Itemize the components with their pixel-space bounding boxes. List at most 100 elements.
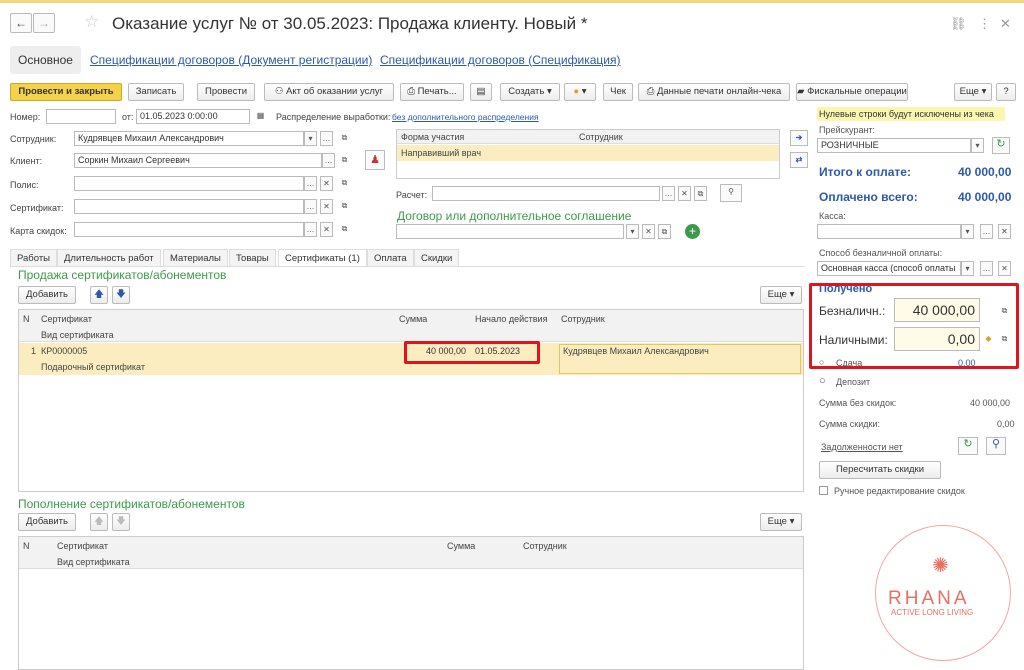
- move-down-icon[interactable]: 🡇: [112, 286, 130, 304]
- link-icon[interactable]: ⛓: [950, 16, 967, 32]
- received-highlight: [809, 283, 1019, 369]
- move-down-icon[interactable]: 🡇: [112, 513, 130, 531]
- tab-materials[interactable]: Материалы: [163, 249, 228, 267]
- open-icon[interactable]: ⧉: [338, 176, 351, 191]
- clear-icon[interactable]: ✕: [320, 199, 333, 214]
- replenish-grid[interactable]: N Сертификат Вид сертификата Сумма Сотру…: [18, 536, 804, 670]
- ellipsis-button[interactable]: …: [980, 224, 993, 239]
- back-button[interactable]: ←: [10, 13, 32, 33]
- payment-method-field[interactable]: Основная касса (способ оплаты: [817, 261, 961, 276]
- help-button[interactable]: ?: [996, 83, 1016, 101]
- clear-icon[interactable]: ✕: [642, 224, 655, 239]
- deposit-radio[interactable]: ○: [819, 375, 826, 387]
- post-button[interactable]: Провести: [197, 83, 255, 101]
- fiscal-button[interactable]: ▰ Фискальные операции: [796, 83, 908, 101]
- sales-section-title: Продажа сертификатов/абонементов: [18, 268, 227, 282]
- employee-field[interactable]: Кудрявцев Михаил Александрович: [74, 131, 304, 146]
- dropdown-icon[interactable]: ▾: [961, 224, 974, 239]
- print-button[interactable]: ⎙ Печать...: [400, 83, 464, 101]
- tab-discounts[interactable]: Скидки: [414, 249, 460, 267]
- more-button[interactable]: Еще ▾: [954, 83, 992, 101]
- number-field[interactable]: [46, 109, 116, 124]
- search-icon[interactable]: ⚲: [986, 437, 1006, 455]
- ellipsis-button[interactable]: …: [304, 176, 317, 191]
- tab-duration[interactable]: Длительность работ: [57, 249, 161, 267]
- col-sum: Сумма: [399, 314, 428, 324]
- clear-icon[interactable]: ✕: [678, 186, 691, 201]
- dropdown-icon[interactable]: ▾: [626, 224, 639, 239]
- ellipsis-button[interactable]: …: [322, 153, 335, 168]
- price-list-label: Прейскурант:: [819, 125, 876, 135]
- check-button[interactable]: Чек: [603, 83, 633, 101]
- replenish-add-button[interactable]: Добавить: [18, 513, 76, 531]
- move-up-icon[interactable]: ➔: [790, 130, 808, 146]
- ellipsis-button[interactable]: …: [662, 186, 675, 201]
- ellipsis-button[interactable]: …: [320, 131, 333, 146]
- tab-goods[interactable]: Товары: [229, 249, 276, 267]
- open-icon[interactable]: ⧉: [338, 153, 351, 168]
- watermark-brand: RHANA: [888, 588, 970, 609]
- refresh-icon[interactable]: ↻: [958, 437, 978, 455]
- certificate-field[interactable]: [74, 199, 304, 214]
- favorite-star-icon[interactable]: ☆: [84, 12, 99, 32]
- online-print-button[interactable]: ⎙ Данные печати онлайн-чека: [638, 83, 790, 101]
- recalc-discounts-button[interactable]: Пересчитать скидки: [819, 461, 941, 479]
- open-icon[interactable]: ⧉: [338, 222, 351, 237]
- dropdown-icon[interactable]: ▾: [971, 138, 984, 153]
- swap-icon[interactable]: ⇄: [790, 152, 808, 168]
- sales-add-button[interactable]: Добавить: [18, 286, 76, 304]
- forward-button[interactable]: →: [33, 13, 55, 33]
- post-and-close-button[interactable]: Провести и закрыть: [10, 83, 122, 101]
- dropdown-icon[interactable]: ▾: [304, 131, 317, 146]
- cash-desk-field[interactable]: [817, 224, 961, 239]
- contract-field[interactable]: [396, 224, 624, 239]
- ellipsis-button[interactable]: …: [304, 199, 317, 214]
- tab-works[interactable]: Работы: [10, 249, 57, 267]
- refresh-icon[interactable]: ↻: [992, 137, 1010, 154]
- add-contract-icon[interactable]: +: [685, 224, 700, 239]
- discount-card-field[interactable]: [74, 222, 304, 237]
- replenish-more-button[interactable]: Еще ▾: [760, 513, 802, 531]
- policy-field[interactable]: [74, 176, 304, 191]
- date-field[interactable]: 01.05.2023 0:00:00: [136, 109, 250, 124]
- distribution-link[interactable]: без дополнительного распределения: [392, 112, 539, 122]
- tab-payment[interactable]: Оплата: [367, 249, 414, 267]
- sales-more-button[interactable]: Еще ▾: [760, 286, 802, 304]
- calendar-icon[interactable]: ▦: [254, 109, 267, 124]
- calc-field[interactable]: [432, 186, 660, 201]
- open-icon[interactable]: ⧉: [338, 131, 351, 146]
- tab-contract-specs-doc[interactable]: Спецификации договоров (Документ регистр…: [82, 46, 380, 74]
- client-card-icon[interactable]: ♟: [365, 150, 385, 170]
- act-button[interactable]: ⚇ Акт об оказании услуг: [264, 83, 394, 101]
- tab-contract-specs[interactable]: Спецификации договоров (Спецификация): [372, 46, 628, 74]
- clear-icon[interactable]: ✕: [320, 222, 333, 237]
- open-icon[interactable]: ⧉: [658, 224, 671, 239]
- close-icon[interactable]: ✕: [1000, 16, 1011, 32]
- clear-icon[interactable]: ✕: [320, 176, 333, 191]
- move-up-icon[interactable]: 🡅: [90, 286, 108, 304]
- open-icon[interactable]: ⧉: [338, 199, 351, 214]
- col-certificate-type: Вид сертификата: [41, 330, 114, 340]
- tab-main[interactable]: Основное: [10, 46, 81, 74]
- manual-edit-checkbox[interactable]: [819, 486, 828, 495]
- clear-icon[interactable]: ✕: [998, 224, 1011, 239]
- dropdown-icon[interactable]: ▾: [961, 261, 974, 276]
- info-button[interactable]: ● ▾: [564, 83, 596, 101]
- change-radio[interactable]: ○: [819, 357, 824, 367]
- search-person-icon[interactable]: ⚲: [720, 184, 742, 202]
- client-field[interactable]: Соркин Михаил Сергеевич: [74, 153, 322, 168]
- participation-table[interactable]: Форма участия Сотрудник Направивший врач: [396, 129, 780, 179]
- debt-link[interactable]: Задолженности нет: [821, 442, 903, 452]
- move-up-icon[interactable]: 🡅: [90, 513, 108, 531]
- more-menu-icon[interactable]: ⋮: [978, 16, 991, 32]
- save-button[interactable]: Записать: [128, 83, 184, 101]
- sales-grid[interactable]: N Сертификат Вид сертификата Сумма Начал…: [18, 309, 804, 492]
- price-list-field[interactable]: РОЗНИЧНЫЕ: [817, 138, 971, 153]
- tab-certificates[interactable]: Сертификаты (1): [278, 249, 367, 267]
- ellipsis-button[interactable]: …: [980, 261, 993, 276]
- create-button[interactable]: Создать ▾: [500, 83, 560, 101]
- ellipsis-button[interactable]: …: [304, 222, 317, 237]
- report-button[interactable]: ▤: [470, 83, 492, 101]
- clear-icon[interactable]: ✕: [998, 261, 1011, 276]
- open-icon[interactable]: ⧉: [694, 186, 707, 201]
